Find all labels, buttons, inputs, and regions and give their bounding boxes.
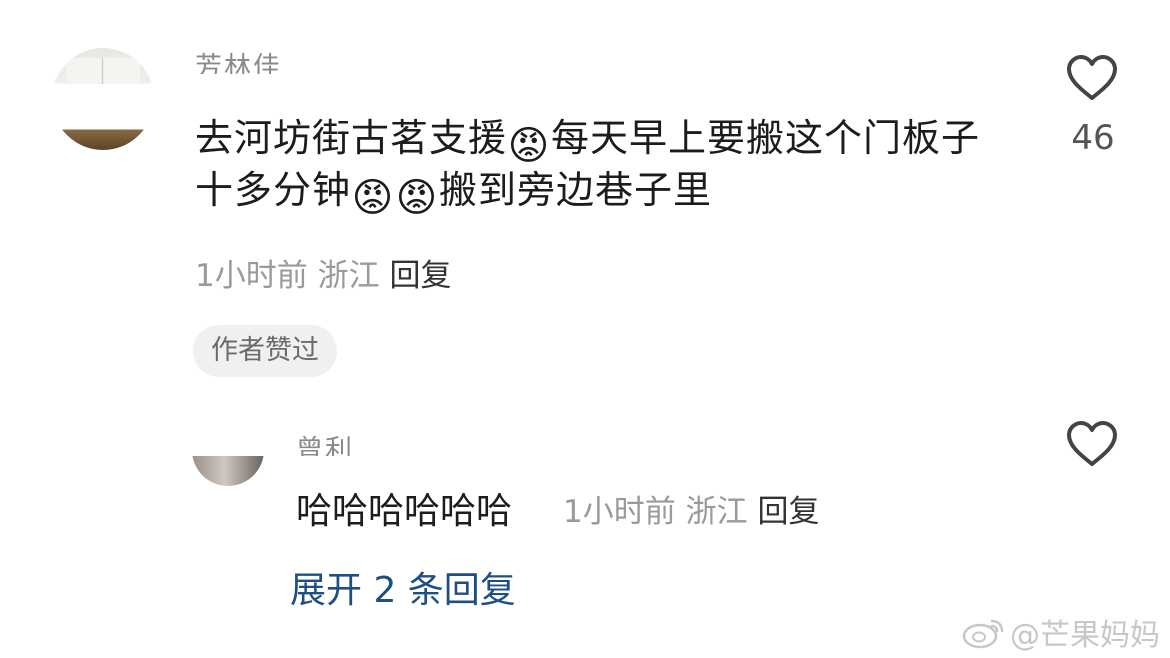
watermark: @芒果妈妈 bbox=[962, 610, 1160, 654]
comment-text-part: 去河坊街古茗支援 bbox=[195, 116, 508, 160]
comment-username[interactable]: 曾利 bbox=[296, 434, 354, 456]
comment-text: 哈哈哈哈哈哈 bbox=[296, 491, 513, 532]
comment-time: 1小时前 bbox=[563, 494, 676, 530]
avatar[interactable] bbox=[192, 414, 264, 486]
reply-button[interactable]: 回复 bbox=[757, 494, 819, 530]
comment-meta: 1小时前 浙江 回复 bbox=[563, 490, 819, 534]
reply-button[interactable]: 回复 bbox=[389, 258, 451, 294]
heart-icon bbox=[1067, 55, 1117, 100]
comment-text-part: 搬到旁边巷子里 bbox=[439, 168, 713, 212]
angry-emoji-icon: 😡 bbox=[507, 123, 551, 169]
comment-location: 浙江 bbox=[685, 494, 748, 530]
avatar-book-image bbox=[66, 58, 140, 84]
heart-icon bbox=[1067, 421, 1117, 466]
avatar-photo bbox=[192, 456, 264, 486]
comment-text: 去河坊街古茗支援😡每天早上要搬这个门板子十多分钟😡😡搬到旁边巷子里 bbox=[195, 116, 1015, 220]
like-button[interactable] bbox=[1066, 54, 1118, 102]
avatar-mask bbox=[52, 85, 154, 129]
angry-emoji-icon: 😡 bbox=[395, 175, 439, 221]
weibo-logo-icon bbox=[962, 619, 1004, 649]
comment-location: 浙江 bbox=[317, 258, 380, 294]
avatar[interactable] bbox=[52, 48, 154, 150]
watermark-text: @芒果妈妈 bbox=[1010, 618, 1160, 653]
comment-time: 1小时前 bbox=[195, 258, 308, 294]
angry-emoji-icon: 😡 bbox=[351, 175, 395, 221]
author-liked-badge: 作者赞过 bbox=[193, 325, 337, 377]
expand-replies-link[interactable]: 展开 2 条回复 bbox=[290, 568, 516, 614]
like-button[interactable] bbox=[1066, 420, 1118, 468]
comment-username[interactable]: 芳林佳 bbox=[195, 48, 282, 74]
like-count: 46 bbox=[1071, 118, 1115, 158]
comment-meta: 1小时前 浙江 回复 bbox=[195, 254, 451, 298]
